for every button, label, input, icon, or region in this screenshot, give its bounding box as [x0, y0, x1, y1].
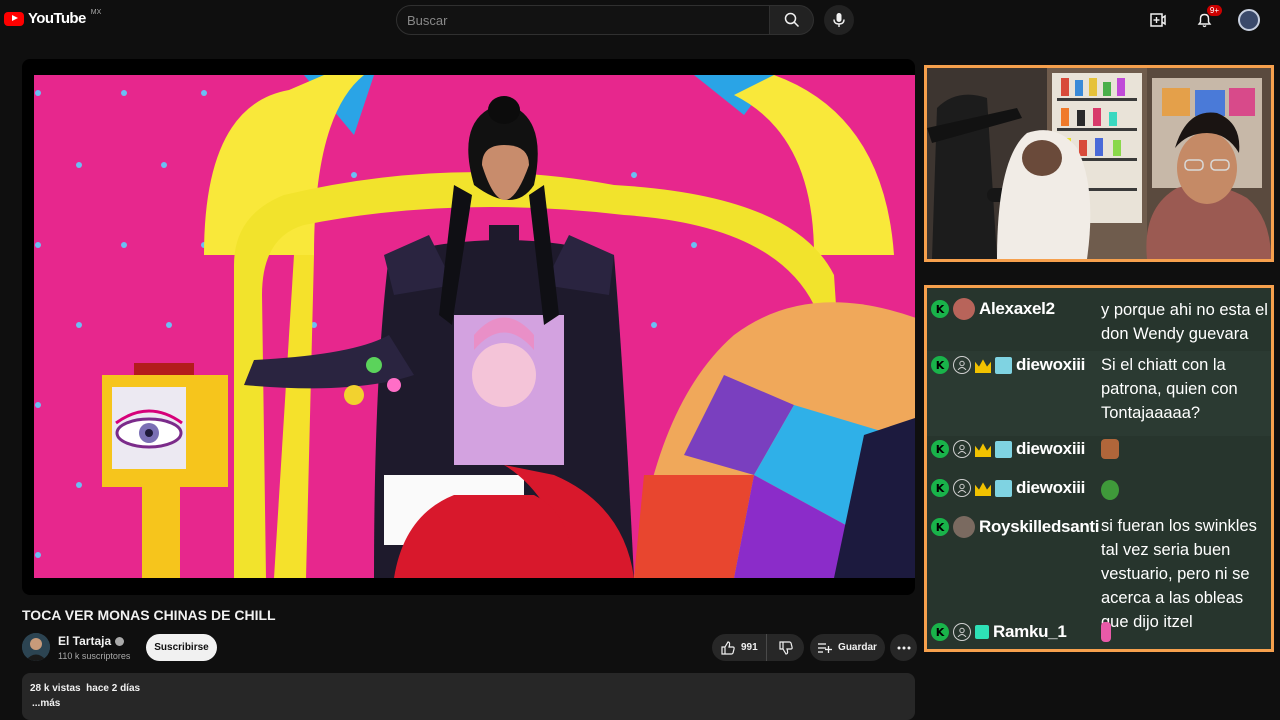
subscriber-count: 110 k suscriptores — [58, 651, 131, 661]
chat-user-row: K diewoxiii — [931, 439, 1085, 459]
video-title: TOCA VER MONAS CHINAS DE CHILL — [22, 607, 276, 623]
user-icon — [953, 479, 971, 497]
notification-count-badge: 9+ — [1206, 5, 1222, 16]
crown-badge-icon — [975, 359, 991, 373]
video-frame[interactable] — [34, 75, 915, 578]
channel-avatar[interactable] — [22, 633, 50, 661]
dislike-button[interactable] — [767, 634, 804, 661]
youtube-logo[interactable]: YouTube MX — [4, 9, 102, 27]
stream-chat-overlay: K Alexaxel2 y porque ahi no esta el don … — [924, 285, 1274, 652]
user-icon — [953, 623, 971, 641]
chat-username: Alexaxel2 — [979, 299, 1055, 318]
microphone-icon — [833, 13, 845, 27]
channel-name[interactable]: El Tartaja — [58, 634, 111, 648]
subscriber-badge-icon — [995, 479, 1012, 497]
chat-username: Ramku_1 — [993, 622, 1067, 641]
account-avatar[interactable] — [1238, 9, 1260, 31]
chat-message: K diewoxiii Si el chiatt con la patrona,… — [927, 351, 1271, 436]
more-horizontal-icon — [897, 646, 910, 649]
kick-badge-icon: K — [931, 356, 949, 374]
search-input[interactable] — [397, 11, 769, 29]
youtube-logo-icon — [4, 11, 24, 26]
playlist-add-icon — [818, 642, 833, 653]
like-count: 991 — [741, 642, 758, 653]
emote-icon — [1101, 439, 1119, 459]
chat-message-text: Si el chiatt con la patrona, quien con T… — [1101, 356, 1238, 422]
channel-avatar-icon — [22, 633, 50, 661]
more-actions-button[interactable] — [890, 634, 917, 661]
chat-username: diewoxiii — [1016, 478, 1086, 497]
user-icon — [953, 440, 971, 458]
chat-message: K diewoxiii — [927, 476, 1271, 514]
create-button[interactable] — [1146, 8, 1170, 32]
crown-badge-icon — [975, 482, 991, 496]
voice-search-button[interactable] — [824, 5, 854, 35]
kick-badge-icon: K — [931, 518, 949, 536]
search-button[interactable] — [770, 5, 814, 35]
show-more-link[interactable]: ...más — [32, 698, 60, 709]
streamer-webcam — [924, 65, 1274, 262]
chat-message-text: y porque ahi no esta el don Wendy guevar… — [1101, 301, 1268, 343]
header-actions: 9+ — [1146, 5, 1260, 32]
chat-message: K Royskilledsanti si fueran los swinkles… — [927, 514, 1271, 631]
chat-username: diewoxiii — [1016, 355, 1086, 374]
logo-text: YouTube — [28, 10, 86, 27]
channel-name-row[interactable]: El Tartaja — [58, 634, 125, 648]
create-video-icon — [1150, 13, 1166, 27]
pepe-emote-icon — [1101, 480, 1119, 500]
crown-badge-icon — [975, 443, 991, 457]
save-button[interactable]: Guardar — [810, 634, 885, 661]
subscriber-badge-icon — [995, 440, 1012, 458]
kick-badge-icon: K — [931, 623, 949, 641]
chat-username: Royskilledsanti — [979, 517, 1100, 536]
save-label: Guardar — [838, 642, 877, 653]
chat-user-row: K Alexaxel2 — [931, 298, 1055, 320]
user-avatar-icon — [953, 298, 975, 320]
kick-badge-icon: K — [931, 479, 949, 497]
kick-badge-icon: K — [931, 300, 949, 318]
verified-icon — [115, 636, 125, 646]
emote-icon — [1101, 622, 1111, 642]
user-avatar-icon — [953, 516, 975, 538]
like-button[interactable]: 991 — [712, 634, 767, 661]
user-icon — [953, 356, 971, 374]
thumbs-up-icon — [721, 640, 735, 655]
search-icon — [784, 12, 799, 28]
search-box — [396, 5, 770, 35]
webcam-image — [927, 68, 1271, 259]
gift-badge-icon — [975, 625, 989, 639]
subscribe-button[interactable]: Suscribirse — [146, 634, 217, 661]
chat-user-row: K Ramku_1 — [931, 622, 1067, 642]
description-box[interactable]: 28 k vistas hace 2 días ...más — [22, 673, 915, 720]
kick-badge-icon: K — [931, 440, 949, 458]
country-code: MX — [90, 9, 102, 16]
chat-user-row: K Royskilledsanti — [931, 516, 1100, 538]
like-dislike-group: 991 — [712, 634, 804, 661]
chat-user-row: K diewoxiii — [931, 478, 1085, 498]
chat-user-row: K diewoxiii — [931, 355, 1085, 375]
thumbs-down-icon — [778, 640, 793, 655]
chat-message: K diewoxiii — [927, 436, 1271, 476]
chat-username: diewoxiii — [1016, 439, 1086, 458]
notifications-button[interactable]: 9+ — [1192, 5, 1222, 32]
view-count-and-date: 28 k vistas hace 2 días — [30, 683, 141, 694]
chat-message: K Ramku_1 — [927, 614, 1271, 649]
top-bar: YouTube MX 9+ — [0, 0, 1280, 40]
subscriber-badge-icon — [995, 356, 1012, 374]
video-scene-image — [34, 75, 915, 578]
video-player[interactable] — [22, 59, 915, 595]
